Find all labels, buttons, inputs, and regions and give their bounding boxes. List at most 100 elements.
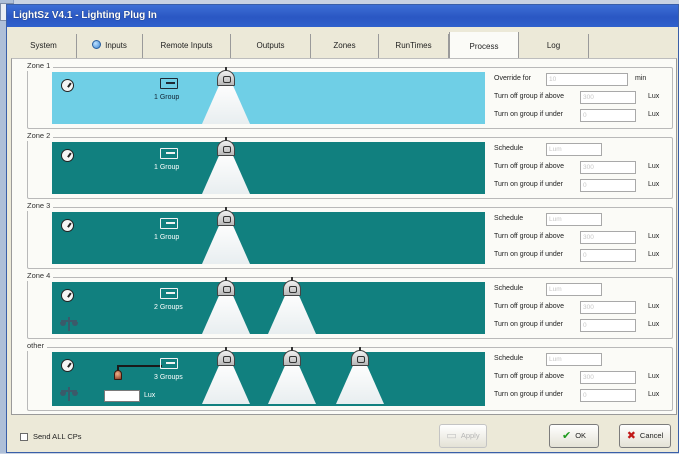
- zone-4-settings: Schedule Lum Turn off group if above 300 Lu…: [494, 282, 669, 336]
- turn-on-label: Turn on group if under: [494, 181, 564, 188]
- lux-reading-unit: Lux: [144, 392, 156, 399]
- tab-runtimes[interactable]: RunTimes: [379, 34, 449, 58]
- schedule-label: Schedule: [494, 285, 524, 292]
- turn-off-unit: Lux: [648, 303, 660, 310]
- tab-process[interactable]: Process: [449, 32, 519, 59]
- turn-on-input[interactable]: 0: [580, 179, 636, 192]
- ok-label: OK: [575, 431, 587, 440]
- schedule-input[interactable]: Lum: [546, 353, 602, 366]
- turn-on-unit: Lux: [648, 251, 660, 258]
- clock-icon[interactable]: [61, 79, 74, 92]
- window-title: LightSz V4.1 - Lighting Plug In: [7, 5, 678, 27]
- schedule-label: Schedule: [494, 215, 524, 222]
- zone-1: Zone 1 1 Group Override for 10 min Turn of…: [27, 61, 673, 129]
- lamp-icon[interactable]: [334, 347, 386, 404]
- zone-label: Zone 4: [27, 271, 54, 281]
- group-count: 1 Group: [154, 94, 180, 101]
- turn-off-input[interactable]: 300: [580, 161, 636, 174]
- turn-on-input[interactable]: 0: [580, 109, 636, 122]
- turn-off-label: Turn off group if above: [494, 233, 565, 240]
- zone-label: Zone 3: [27, 201, 54, 211]
- turn-on-label: Turn on group if under: [494, 391, 564, 398]
- lamp-icon[interactable]: [200, 137, 252, 194]
- group-count: 2 Groups: [154, 304, 183, 311]
- tab-label: Zones: [333, 41, 356, 50]
- turn-on-unit: Lux: [648, 321, 660, 328]
- turn-on-input[interactable]: 0: [580, 249, 636, 262]
- cancel-button[interactable]: ✖ Cancel: [619, 424, 671, 448]
- override-input[interactable]: 10: [546, 73, 628, 86]
- group-icon[interactable]: [160, 218, 178, 229]
- inputs-status-icon: [92, 40, 102, 49]
- lamp-icon[interactable]: [200, 67, 252, 124]
- balance-scale-icon[interactable]: [60, 386, 78, 402]
- zone-3-settings: Schedule Lum Turn off group if above 300 Lu…: [494, 212, 669, 266]
- lamp-icon[interactable]: [266, 277, 318, 334]
- turn-off-unit: Lux: [648, 373, 660, 380]
- process-panel: Zone 1 1 Group Override for 10 min Turn of…: [11, 58, 677, 415]
- turn-on-label: Turn on group if under: [494, 111, 564, 118]
- zone-other-diagram: Lux 3 Groups: [52, 347, 485, 406]
- tab-inputs[interactable]: Inputs: [77, 34, 143, 58]
- schedule-label: Schedule: [494, 355, 524, 362]
- turn-off-input[interactable]: 300: [580, 231, 636, 244]
- turn-off-label: Turn off group if above: [494, 303, 565, 310]
- zone-4: Zone 4 2 Groups Schedule Lum Turn off gro…: [27, 271, 673, 339]
- lamp-icon[interactable]: [200, 347, 252, 404]
- plugin-window: LightSz V4.1 - Lighting Plug In System I…: [6, 4, 679, 453]
- group-icon[interactable]: [160, 288, 178, 299]
- turn-off-label: Turn off group if above: [494, 93, 565, 100]
- tab-label: Process: [469, 42, 499, 51]
- tab-log[interactable]: Log: [519, 34, 589, 58]
- clock-icon[interactable]: [61, 289, 74, 302]
- schedule-input[interactable]: Lum: [546, 143, 602, 156]
- tab-zones[interactable]: Zones: [311, 34, 379, 58]
- schedule-input[interactable]: Lum: [546, 283, 602, 296]
- clock-icon[interactable]: [61, 359, 74, 372]
- zone-2: Zone 2 1 Group Schedule Lum Turn off grou…: [27, 131, 673, 199]
- turn-off-input[interactable]: 300: [580, 91, 636, 104]
- tab-label: RunTimes: [395, 41, 432, 50]
- turn-off-label: Turn off group if above: [494, 373, 565, 380]
- close-icon: ✖: [626, 430, 636, 442]
- ok-button[interactable]: ✔ OK: [549, 424, 599, 448]
- turn-on-input[interactable]: 0: [580, 389, 636, 402]
- tab-outputs[interactable]: Outputs: [231, 34, 311, 58]
- turn-off-input[interactable]: 300: [580, 301, 636, 314]
- tab-system[interactable]: System: [11, 34, 77, 58]
- lamp-icon[interactable]: [200, 277, 252, 334]
- lamp-icon[interactable]: [266, 347, 318, 404]
- override-unit: min: [635, 75, 647, 82]
- zone-3: Zone 3 1 Group Schedule Lum Turn off grou…: [27, 201, 673, 269]
- turn-off-unit: Lux: [648, 163, 660, 170]
- group-icon[interactable]: [160, 358, 178, 369]
- turn-off-unit: Lux: [648, 93, 660, 100]
- zone-2-settings: Schedule Lum Turn off group if above 300 Lu…: [494, 142, 669, 196]
- turn-off-input[interactable]: 300: [580, 371, 636, 384]
- schedule-input[interactable]: Lum: [546, 213, 602, 226]
- footer-bar: Send ALL CPs ▭ Apply ✔ OK ✖ Cancel: [7, 419, 679, 454]
- override-label: Override for: [494, 75, 531, 82]
- zone-other: other Lux 3 Groups Schedule Lum Turn off …: [27, 341, 673, 411]
- turn-off-label: Turn off group if above: [494, 163, 565, 170]
- tab-label: Inputs: [105, 41, 127, 50]
- tab-remote-inputs[interactable]: Remote Inputs: [143, 34, 231, 58]
- zone-1-settings: Override for 10 min Turn off group if abov…: [494, 72, 669, 126]
- light-sensor-icon[interactable]: [114, 370, 122, 380]
- send-all-checkbox[interactable]: [20, 433, 28, 441]
- turn-on-input[interactable]: 0: [580, 319, 636, 332]
- zone-label: other: [27, 341, 48, 351]
- apply-button[interactable]: ▭ Apply: [439, 424, 487, 448]
- zone-3-diagram: 1 Group: [52, 207, 485, 264]
- clock-icon[interactable]: [61, 149, 74, 162]
- clock-icon[interactable]: [61, 219, 74, 232]
- balance-scale-icon[interactable]: [60, 316, 78, 332]
- lamp-icon[interactable]: [200, 207, 252, 264]
- zone-other-settings: Schedule Lum Turn off group if above 300 Lu…: [494, 352, 669, 406]
- group-icon[interactable]: [160, 148, 178, 159]
- group-icon[interactable]: [160, 78, 178, 89]
- zone-2-diagram: 1 Group: [52, 137, 485, 194]
- lux-reading-field[interactable]: [104, 390, 140, 402]
- zone-4-diagram: 2 Groups: [52, 277, 485, 334]
- apply-icon: ▭: [446, 430, 457, 442]
